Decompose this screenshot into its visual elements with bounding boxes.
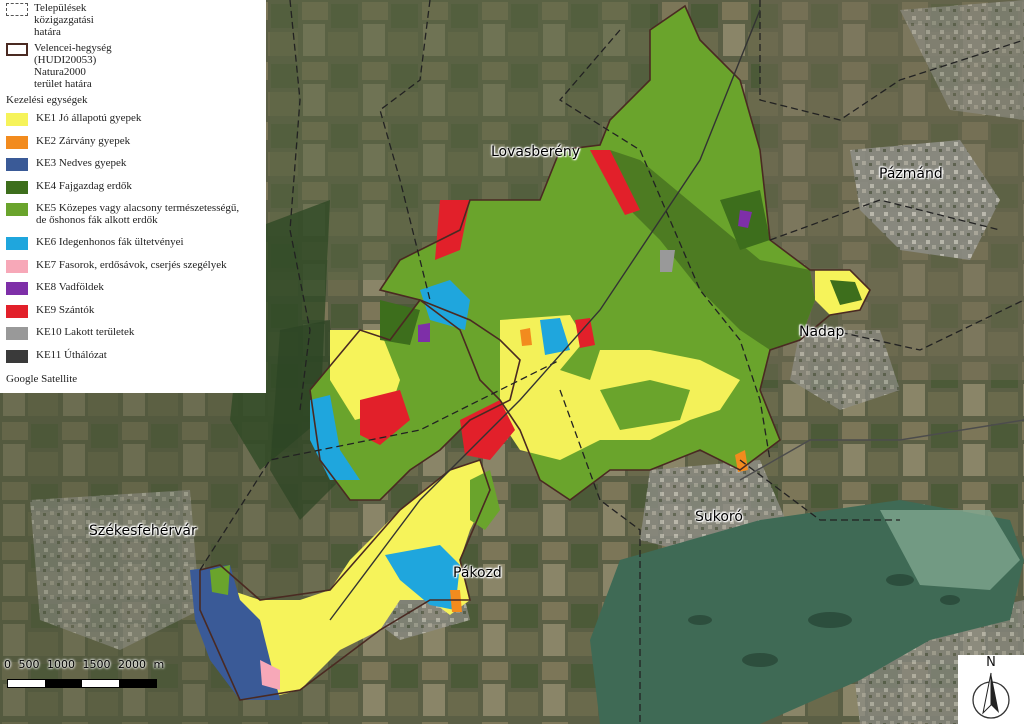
place-label-sukoro: Sukoró <box>695 509 743 525</box>
legend-item: KE4 Fajgazdag erdők <box>6 180 262 203</box>
legend-boundary-label: Települések közigazgatási határa <box>34 2 94 38</box>
legend-item-label: KE6 Idegenhonos fák ültetvényei <box>36 236 184 248</box>
legend-boundary-label: Velencei-hegység (HUDI20053) Natura2000 … <box>34 42 112 90</box>
legend-item: KE2 Zárvány gyepek <box>6 135 262 158</box>
map-legend: Települések közigazgatási határa Velence… <box>0 0 266 393</box>
scale-bar-segments <box>7 679 157 688</box>
scale-labels: 0 500 1000 1500 2000 m <box>4 658 164 671</box>
legend-items: KE1 Jó állapotú gyepek KE2 Zárvány gyepek… <box>6 112 262 371</box>
legend-item: KE6 Idegenhonos fák ültetvényei <box>6 236 262 259</box>
legend-item: KE5 Közepes vagy alacsony természetesség… <box>6 202 262 236</box>
north-arrow: N <box>958 655 1024 724</box>
legend-item: KE7 Fasorok, erdősávok, cserjés szegélye… <box>6 259 262 282</box>
legend-item-label: KE11 Úthálózat <box>36 348 107 361</box>
place-label-pakozd: Pákozd <box>453 565 502 581</box>
legend-item-label: KE2 Zárvány gyepek <box>36 134 131 147</box>
legend-item-label: KE8 Vadföldek <box>36 281 104 293</box>
scale-label: 500 <box>18 658 40 671</box>
legend-item-label: KE10 Lakott területek <box>36 326 135 338</box>
place-label-lovasbereny: Lovasberény <box>491 144 580 160</box>
legend-item-label: KE9 Szántók <box>36 303 95 316</box>
legend-swatch <box>6 180 28 194</box>
legend-swatch <box>6 237 28 250</box>
legend-swatch <box>6 203 28 216</box>
legend-swatch <box>6 259 28 273</box>
scale-label: 1500 <box>82 658 111 671</box>
place-label-pazmand: Pázmánd <box>879 166 943 182</box>
legend-swatch <box>6 349 28 363</box>
legend-item-label: KE4 Fajgazdag erdők <box>36 179 132 192</box>
legend-swatch <box>6 327 28 340</box>
legend-swatch <box>6 158 28 171</box>
legend-item: KE1 Jó állapotú gyepek <box>6 112 262 135</box>
basemap-source: Google Satellite <box>6 373 78 385</box>
legend-boundary-municipal: Települések közigazgatási határa <box>6 2 262 38</box>
legend-item-label: KE3 Nedves gyepek <box>36 157 127 169</box>
legend-heading: Kezelési egységek <box>6 94 88 106</box>
place-label-nadap: Nadap <box>799 324 845 340</box>
legend-item: KE11 Úthálózat <box>6 349 262 372</box>
legend-item-label: KE5 Közepes vagy alacsony természetesség… <box>36 202 240 226</box>
compass-icon <box>972 672 1010 719</box>
legend-item: KE10 Lakott területek <box>6 326 262 349</box>
solid-boundary-symbol <box>6 43 28 56</box>
legend-item: KE3 Nedves gyepek <box>6 157 262 180</box>
legend-item-label: KE1 Jó állapotú gyepek <box>36 112 142 124</box>
place-label-szekesfehervar: Székesfehérvár <box>89 523 197 539</box>
legend-swatch <box>6 282 28 295</box>
legend-item: KE9 Szántók <box>6 304 262 327</box>
legend-swatch <box>6 304 28 318</box>
legend-swatch <box>6 135 28 149</box>
scale-label: 1000 <box>47 658 75 671</box>
legend-item-label: KE7 Fasorok, erdősávok, cserjés szegélye… <box>36 258 227 271</box>
dashed-boundary-symbol <box>6 3 28 16</box>
legend-boundary-natura2000: Velencei-hegység (HUDI20053) Natura2000 … <box>6 42 262 90</box>
legend-item: KE8 Vadföldek <box>6 281 262 304</box>
legend-swatch <box>6 113 28 126</box>
scale-label: 2000 m <box>118 658 165 671</box>
scale-label: 0 <box>4 658 11 671</box>
scale-bar: 0 500 1000 1500 2000 m <box>0 656 172 700</box>
